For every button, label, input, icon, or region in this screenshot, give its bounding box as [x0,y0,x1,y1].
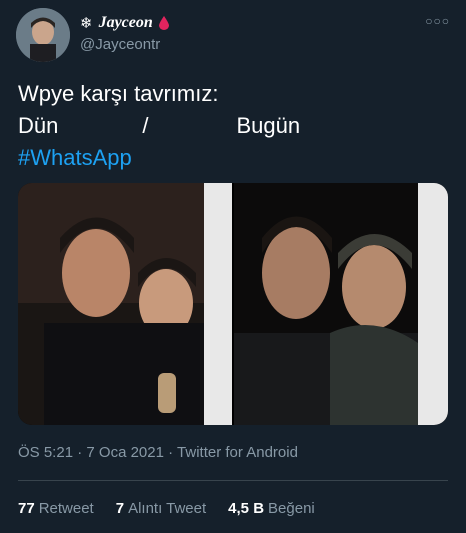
tweet-media[interactable] [18,183,448,425]
likes-label: Beğeni [268,500,315,517]
photo-right[interactable] [234,183,448,425]
author-name[interactable]: Jayceon [99,14,153,32]
meta-dot: · [168,444,178,461]
tweet-line-1: Wpye karşı tavrımız: [18,81,219,106]
tweet-time[interactable]: ÖS 5:21 [18,444,73,461]
likes-count: 4,5 B [228,500,265,517]
quotes-count: 7 [115,500,125,517]
retweets-stat[interactable]: 77 Retweet [18,500,94,517]
photo-left[interactable] [18,183,232,425]
snowflake-icon: ❄ [80,15,93,32]
tweet-separator: / [142,113,149,138]
blood-drop-icon [158,16,169,30]
quotes-label: Alıntı Tweet [128,500,207,517]
tweet-date[interactable]: 7 Oca 2021 [86,444,164,461]
tweet-line-2: Dün / Bugün [18,110,448,142]
hashtag-link[interactable]: #WhatsApp [18,142,448,174]
author-name-row[interactable]: ❄ Jayceon [80,14,169,32]
likes-stat[interactable]: 4,5 B Beğeni [228,500,315,517]
retweets-count: 77 [18,500,35,517]
meta-dot: · [77,444,87,461]
tweet-meta: ÖS 5:21 · 7 Oca 2021 · Twitter for Andro… [18,444,298,461]
tweet-word-bugun: Bugün [236,113,301,138]
more-options-icon[interactable]: ○○○ [425,14,450,28]
avatar[interactable] [16,8,70,62]
tweet-source[interactable]: Twitter for Android [177,444,298,461]
tweet-header: ❄ Jayceon @Jayceontr ○○○ [16,8,450,62]
tweet-stats: 77 Retweet 7 Alıntı Tweet 4,5 B Beğeni [18,500,315,517]
tweet-word-dun: Dün [18,113,59,138]
author-handle[interactable]: @Jayceontr [80,36,160,53]
quotes-stat[interactable]: 7 Alıntı Tweet [116,500,206,517]
retweets-label: Retweet [38,500,94,517]
tweet-text: Wpye karşı tavrımız: Dün / Bugün #WhatsApp [18,78,448,174]
divider [18,480,448,481]
